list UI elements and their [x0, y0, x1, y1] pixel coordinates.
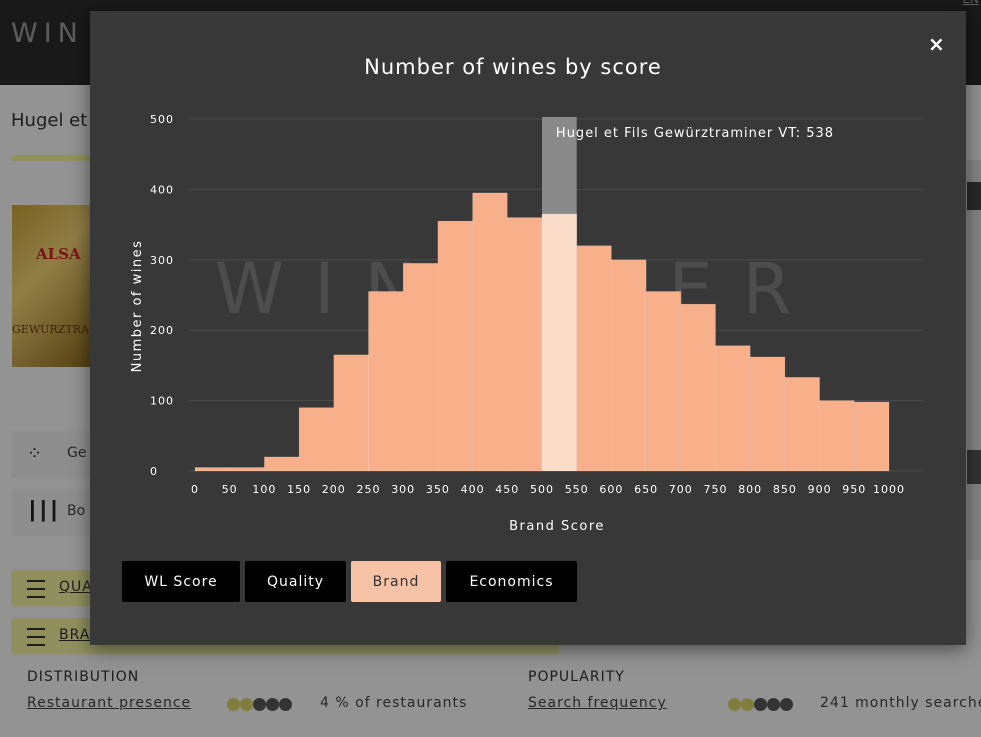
histogram-bar[interactable]: [298, 407, 335, 472]
x-tick-label: 300: [391, 483, 415, 496]
y-axis-label: Number of wines: [130, 240, 145, 373]
x-tick-label: 750: [704, 483, 728, 496]
y-tick-label: 400: [150, 183, 174, 196]
x-tick-label: 150: [287, 483, 311, 496]
x-tick-label: 500: [530, 483, 554, 496]
histogram-bar[interactable]: [402, 263, 439, 472]
x-tick-label: 600: [599, 483, 623, 496]
x-tick-label: 0: [191, 483, 199, 496]
histogram-bar[interactable]: [368, 291, 404, 472]
x-tick-label: 900: [808, 483, 832, 496]
histogram-bar[interactable]: [819, 400, 855, 472]
x-tick-label: 950: [842, 483, 866, 496]
histogram-bar[interactable]: [229, 467, 265, 472]
x-tick-label: 250: [357, 483, 381, 496]
y-tick-label: 300: [150, 254, 174, 267]
x-tick-label: 100: [252, 483, 276, 496]
x-axis-label: Brand Score: [509, 519, 605, 534]
histogram-bar[interactable]: [194, 467, 230, 472]
y-tick-label: 0: [150, 465, 158, 478]
x-tick-label: 650: [634, 483, 658, 496]
histogram-bar[interactable]: [507, 217, 543, 472]
histogram-bar[interactable]: [784, 377, 820, 472]
histogram-bar[interactable]: [437, 220, 473, 472]
x-tick-label: 50: [222, 483, 238, 496]
y-tick-label: 200: [150, 324, 174, 337]
histogram-bar[interactable]: [611, 259, 647, 472]
x-tick-label: 400: [461, 483, 485, 496]
histogram-bar[interactable]: [749, 356, 786, 472]
x-tick-label: 200: [322, 483, 346, 496]
x-tick-label: 350: [426, 483, 450, 496]
histogram-bar[interactable]: [854, 401, 890, 472]
x-tick-label: 450: [495, 483, 519, 496]
histogram-bar[interactable]: [472, 192, 508, 472]
histogram-bar[interactable]: [576, 245, 612, 472]
y-tick-label: 500: [150, 113, 174, 126]
tab-brand[interactable]: Brand: [351, 561, 441, 602]
tab-quality[interactable]: Quality: [245, 561, 346, 602]
score-distribution-modal: Number of wines by score × WINESTER 0100…: [90, 11, 966, 645]
histogram-bar[interactable]: [333, 354, 369, 472]
x-tick-label: 850: [773, 483, 797, 496]
x-tick-label: 1000: [873, 483, 905, 496]
histogram-chart: WINESTER 0100200300400500 05010015020025…: [130, 113, 924, 534]
x-tick-label: 700: [669, 483, 693, 496]
tab-economics[interactable]: Economics: [446, 561, 577, 602]
tab-wl-score[interactable]: WL Score: [122, 561, 240, 602]
y-tick-label: 100: [150, 395, 174, 408]
histogram-bar[interactable]: [715, 345, 751, 472]
histogram-bar[interactable]: [541, 213, 577, 472]
histogram-bar[interactable]: [645, 291, 682, 472]
x-tick-label: 800: [738, 483, 762, 496]
x-tick-label: 550: [565, 483, 589, 496]
histogram-bar[interactable]: [264, 456, 300, 472]
histogram-bar[interactable]: [680, 303, 716, 472]
highlight-label: Hugel et Fils Gewürztraminer VT: 538: [556, 126, 834, 141]
